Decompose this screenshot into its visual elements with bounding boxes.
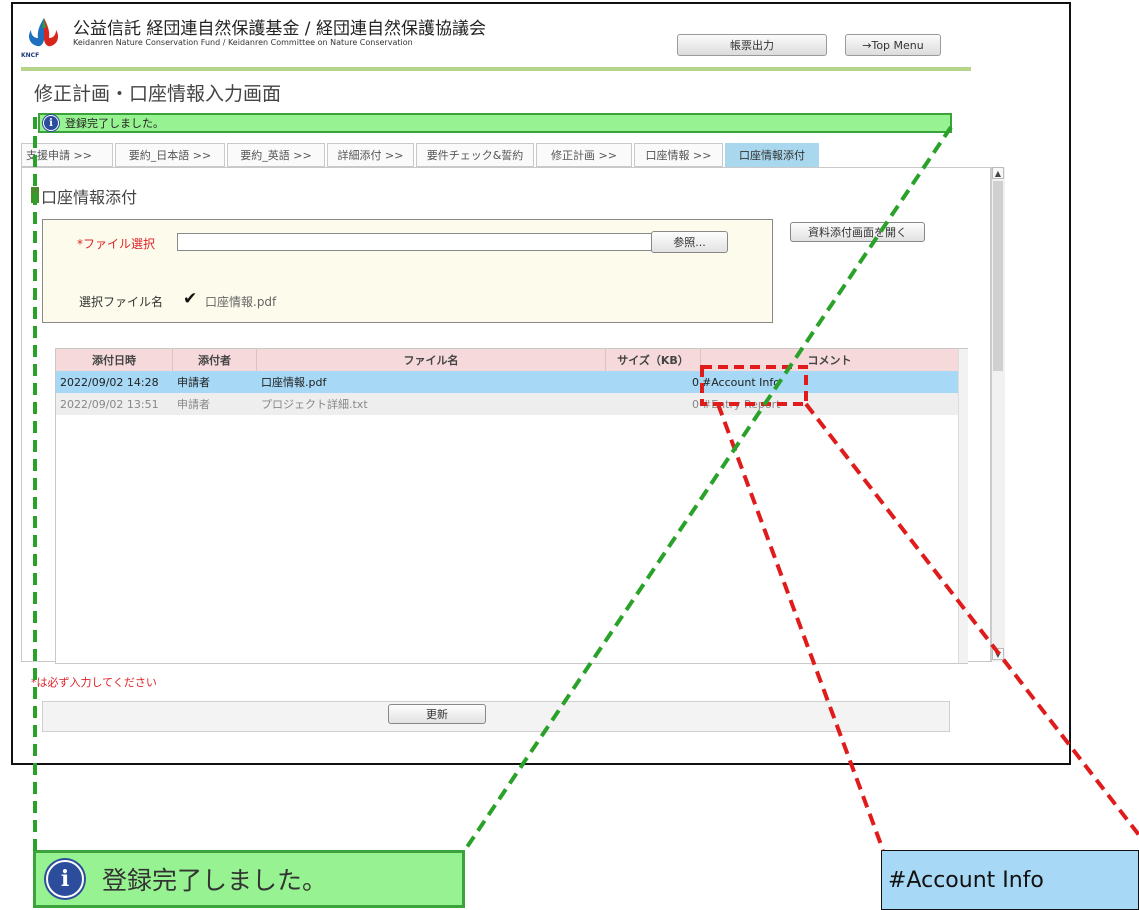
- kncf-logo: [29, 18, 59, 47]
- top-menu-button[interactable]: →Top Menu: [845, 34, 941, 56]
- report-output-button[interactable]: 帳票出力: [677, 34, 827, 56]
- cell-attached-by: 申請者: [177, 376, 210, 389]
- column-header-file-name[interactable]: ファイル名: [257, 349, 606, 371]
- table-row[interactable]: 2022/09/02 14:28 申請者 口座情報.pdf 0 #Account…: [56, 371, 958, 393]
- success-message-bar: i 登録完了しました。: [38, 113, 952, 133]
- cell-size: 0: [692, 375, 699, 389]
- checkmark-icon: ✔: [183, 289, 198, 309]
- selected-file-name: 口座情報.pdf: [205, 295, 277, 309]
- cell-file-name: プロジェクト詳細.txt: [261, 398, 368, 411]
- browse-button[interactable]: 参照...: [651, 231, 728, 253]
- app-title: 公益信託 経団連自然保護基金 / 経団連自然保護協議会: [73, 19, 486, 39]
- footer-bar: [42, 701, 950, 732]
- tab-support-application[interactable]: 支援申請 >>: [21, 143, 113, 167]
- page-title: 修正計画・口座情報入力画面: [34, 83, 282, 105]
- cell-file-name: 口座情報.pdf: [261, 376, 327, 389]
- info-icon: i: [43, 115, 59, 131]
- table-row[interactable]: 2022/09/02 13:51 申請者 プロジェクト詳細.txt 0 #Ent…: [56, 393, 958, 415]
- scroll-thumb[interactable]: [993, 181, 1003, 371]
- selected-file-label: 選択ファイル名: [79, 295, 164, 309]
- success-message-text: 登録完了しました。: [65, 117, 164, 130]
- app-subtitle: Keidanren Nature Conservation Fund / Kei…: [73, 38, 413, 47]
- zoom-success-text: 登録完了しました。: [102, 866, 328, 895]
- cell-date: 2022/09/02 14:28: [60, 375, 159, 389]
- step-tabs: 支援申請 >> 要約_日本語 >> 要約_英語 >> 詳細添付 >> 要件チェッ…: [21, 143, 821, 167]
- cell-comment: #Account Info: [702, 375, 780, 389]
- zoom-callout-comment: #Account Info: [881, 850, 1139, 910]
- column-header-comment[interactable]: コメント: [701, 349, 958, 371]
- zoom-callout-success-message: i 登録完了しました。: [33, 850, 465, 908]
- scroll-down-arrow-icon[interactable]: ▼: [992, 648, 1004, 660]
- logo-text: KNCF: [21, 52, 40, 59]
- update-button[interactable]: 更新: [388, 704, 486, 724]
- open-attach-screen-button[interactable]: 資料添付画面を開く: [790, 222, 925, 242]
- header-divider: [21, 67, 971, 71]
- tab-revision-plan[interactable]: 修正計画 >>: [536, 143, 632, 167]
- cell-date: 2022/09/02 13:51: [60, 397, 159, 411]
- tab-detail-attachment[interactable]: 詳細添付 >>: [327, 143, 414, 167]
- tab-requirements-check[interactable]: 要件チェック&誓約: [416, 143, 534, 167]
- tab-account-info-attachment[interactable]: 口座情報添付: [725, 143, 819, 167]
- section-title: 口座情報添付: [41, 188, 138, 207]
- tab-summary-japanese[interactable]: 要約_日本語 >>: [115, 143, 225, 167]
- cell-size: 0: [692, 397, 699, 411]
- section-marker: [31, 187, 39, 203]
- tab-account-info[interactable]: 口座情報 >>: [634, 143, 723, 167]
- app-window: KNCF 公益信託 経団連自然保護基金 / 経団連自然保護協議会 Keidanr…: [11, 2, 1071, 765]
- cell-attached-by: 申請者: [177, 398, 210, 411]
- file-path-input[interactable]: [177, 233, 654, 251]
- cell-comment: #Entry Report: [702, 397, 781, 411]
- column-header-date[interactable]: 添付日時: [56, 349, 173, 371]
- file-select-label: *ファイル選択: [77, 237, 156, 251]
- required-note: *は必ず入力してください: [31, 676, 157, 689]
- column-header-attached-by[interactable]: 添付者: [173, 349, 257, 371]
- panel-scrollbar[interactable]: ▲ ▼: [991, 167, 1005, 662]
- table-scrollbar[interactable]: [958, 349, 968, 663]
- tab-summary-english[interactable]: 要約_英語 >>: [227, 143, 325, 167]
- column-header-size[interactable]: サイズ（KB）: [606, 349, 701, 371]
- table-header: 添付日時 添付者 ファイル名 サイズ（KB） コメント: [56, 349, 958, 371]
- info-icon: i: [46, 860, 84, 898]
- scroll-up-arrow-icon[interactable]: ▲: [992, 167, 1004, 179]
